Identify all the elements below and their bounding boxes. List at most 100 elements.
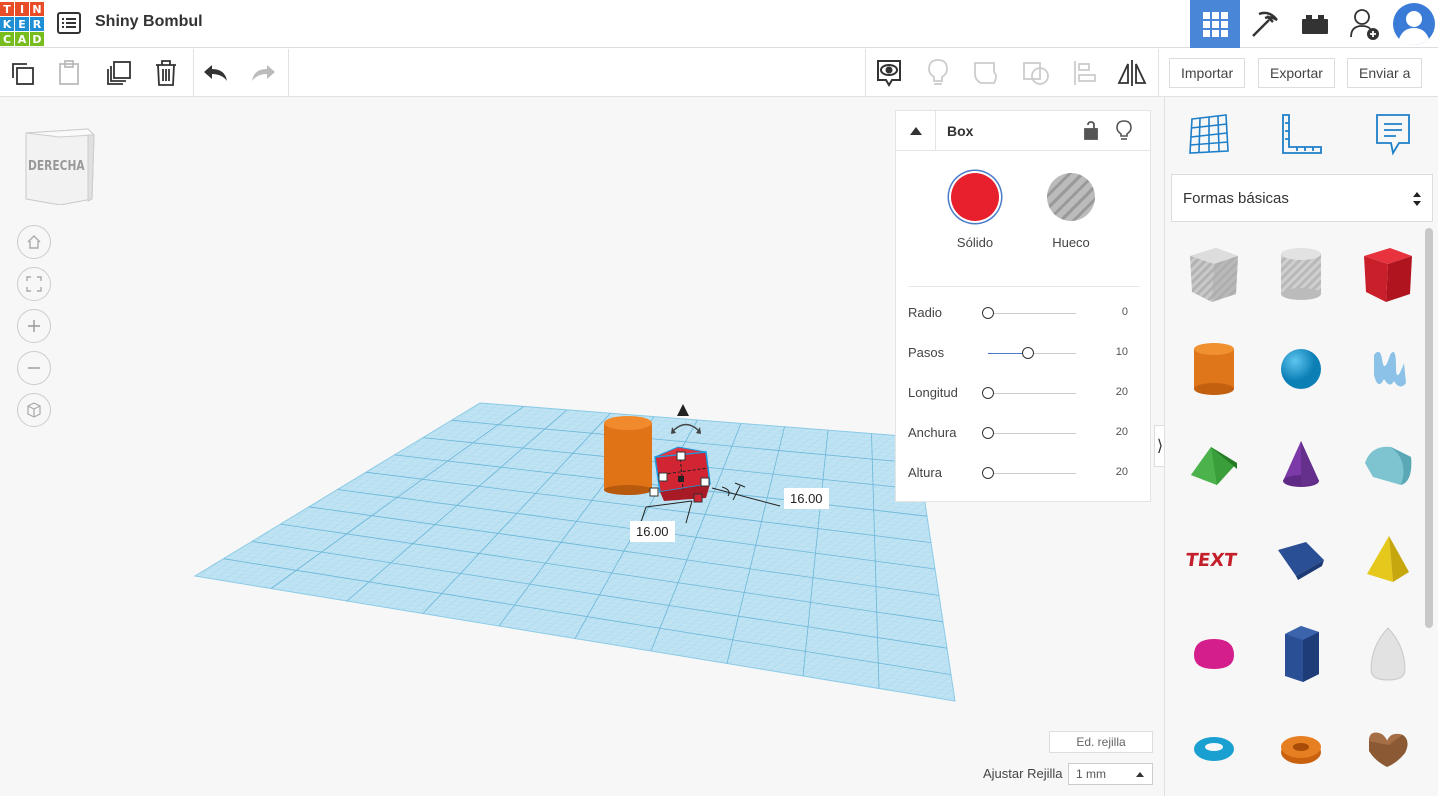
group-icon[interactable] [971, 57, 1003, 89]
paste-icon[interactable] [53, 57, 85, 89]
property-value[interactable]: 20 [1116, 386, 1128, 398]
shape-cylinder-icon[interactable] [1174, 329, 1254, 409]
lightbulb-icon[interactable] [922, 57, 954, 89]
depth-dimension-label[interactable]: 16.00 [630, 521, 675, 542]
undo-icon[interactable] [200, 57, 232, 89]
shape-heart-icon[interactable] [1348, 709, 1427, 789]
width-dimension-label[interactable]: 16.00 [784, 488, 829, 509]
notes-icon[interactable] [1371, 111, 1417, 157]
project-title[interactable]: Shiny Bombul [95, 13, 203, 31]
logo-letter: R [30, 17, 44, 31]
import-button[interactable]: Importar [1169, 58, 1246, 88]
property-row-pasos: Pasos 10 [908, 343, 1140, 363]
hole-label: Hueco [1052, 235, 1090, 250]
duplicate-icon[interactable] [103, 57, 135, 89]
logo-letter: E [15, 17, 29, 31]
edit-grid-button[interactable]: Ed. rejilla [1049, 731, 1153, 753]
snap-grid-select[interactable]: 1 mm [1068, 763, 1153, 785]
property-slider-knob[interactable] [982, 387, 994, 399]
inspector-title[interactable]: Box [947, 123, 973, 139]
collapse-inspector-icon[interactable] [896, 111, 936, 151]
delete-icon[interactable] [150, 57, 182, 89]
logo-letter: D [30, 32, 44, 46]
shape-cylinder-hole-icon[interactable] [1261, 234, 1341, 314]
shape-half-cylinder-icon[interactable] [1261, 519, 1341, 599]
property-slider-knob[interactable] [982, 307, 994, 319]
property-slider-knob[interactable] [982, 467, 994, 479]
top-bar: TIN KER CAD Shiny Bombul [0, 0, 1438, 48]
unlock-icon[interactable] [1082, 120, 1100, 142]
pickaxe-icon[interactable] [1240, 0, 1290, 48]
snap-grid-value: 1 mm [1076, 767, 1106, 781]
bricks-icon[interactable] [1290, 0, 1340, 48]
export-button[interactable]: Exportar [1258, 58, 1335, 88]
mirror-icon[interactable] [1116, 57, 1148, 89]
shape-paraboloid-icon[interactable] [1348, 614, 1427, 694]
logo-letter: K [0, 17, 14, 31]
property-slider-knob[interactable] [982, 427, 994, 439]
property-slider-track[interactable] [988, 473, 1076, 474]
lightbulb-icon[interactable] [1115, 119, 1133, 141]
home-view-icon[interactable] [17, 225, 51, 259]
ungroup-icon[interactable] [1020, 57, 1052, 89]
notes-visibility-icon[interactable] [873, 57, 905, 89]
property-name: Pasos [908, 345, 945, 360]
shape-round-roof-icon[interactable] [1348, 424, 1427, 504]
shape-box-icon[interactable] [1348, 234, 1427, 314]
hole-swatch[interactable] [1047, 173, 1095, 221]
shape-category-select[interactable]: Formas básicas [1171, 174, 1433, 222]
property-value[interactable]: 20 [1116, 426, 1128, 438]
hole-option[interactable]: Hueco [1031, 173, 1111, 250]
orange-cylinder-object[interactable] [604, 416, 652, 495]
shape-category-value: Formas básicas [1183, 189, 1289, 207]
tinkercad-logo[interactable]: TIN KER CAD [0, 2, 44, 46]
redo-icon[interactable] [247, 57, 279, 89]
view-cube-face-label[interactable]: DERECHA [28, 159, 85, 174]
property-slider-track[interactable] [988, 433, 1076, 434]
zoom-out-icon[interactable] [17, 351, 51, 385]
property-slider-track[interactable] [988, 393, 1076, 394]
fit-view-icon[interactable] [17, 267, 51, 301]
shape-roof-icon[interactable] [1174, 424, 1254, 504]
shape-box-hole-icon[interactable] [1174, 234, 1254, 314]
shapes-scrollbar[interactable] [1425, 228, 1433, 628]
shape-cone-icon[interactable] [1261, 424, 1341, 504]
solid-label: Sólido [956, 235, 994, 250]
solid-option[interactable]: Sólido [935, 173, 1015, 250]
logo-letter: C [0, 32, 14, 46]
add-user-icon[interactable] [1340, 0, 1390, 48]
avatar[interactable] [1390, 0, 1438, 48]
view-cube[interactable]: DERECHA [20, 125, 98, 206]
shape-polygon-icon[interactable] [1261, 614, 1341, 694]
shape-half-sphere-icon[interactable] [1174, 614, 1254, 694]
workplane-icon[interactable] [1186, 111, 1232, 157]
property-value[interactable]: 10 [1116, 346, 1128, 358]
logo-letter: N [30, 2, 44, 16]
shape-tube-icon[interactable] [1261, 709, 1341, 789]
property-slider-track[interactable] [988, 313, 1076, 314]
shape-sphere-icon[interactable] [1261, 329, 1341, 409]
property-value[interactable]: 20 [1116, 466, 1128, 478]
height-handle-icon[interactable] [677, 404, 689, 416]
shape-pyramid-icon[interactable] [1348, 519, 1427, 599]
grid-view-icon[interactable] [1190, 0, 1240, 48]
property-name: Longitud [908, 385, 958, 400]
snap-grid-label: Ajustar Rejilla [983, 766, 1063, 781]
property-slider-knob[interactable] [1021, 347, 1034, 359]
align-icon[interactable] [1069, 57, 1101, 89]
solid-color-swatch[interactable] [951, 173, 999, 221]
select-arrows-icon [1413, 192, 1421, 206]
property-row-anchura: Anchura 20 [908, 423, 1140, 443]
ruler-icon[interactable] [1279, 111, 1325, 157]
perspective-icon[interactable] [17, 393, 51, 427]
design-list-icon[interactable] [56, 10, 82, 36]
send-to-button[interactable]: Enviar a [1347, 58, 1423, 88]
svg-text:TEXT: TEXT [1186, 550, 1239, 571]
property-value[interactable]: 0 [1122, 306, 1128, 318]
shape-torus-icon[interactable] [1174, 709, 1254, 789]
zoom-in-icon[interactable] [17, 309, 51, 343]
shape-text-icon[interactable]: TEXT [1174, 519, 1254, 599]
shape-scribble-icon[interactable] [1348, 329, 1427, 409]
copy-icon[interactable] [6, 57, 38, 89]
property-row-longitud: Longitud 20 [908, 383, 1140, 403]
